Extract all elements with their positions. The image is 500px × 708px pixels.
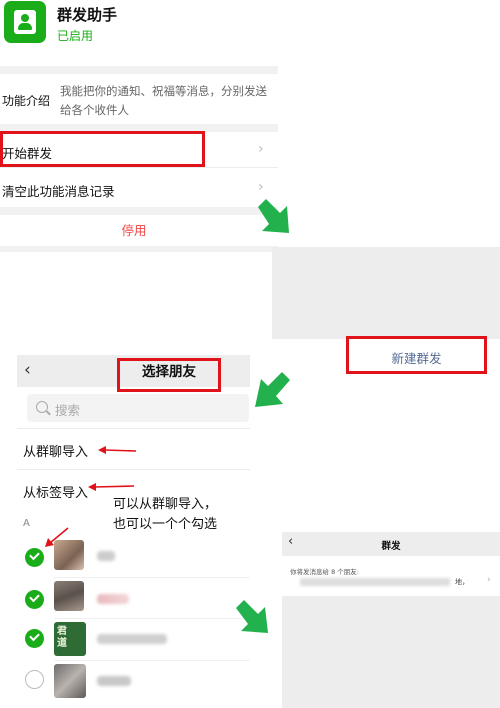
- red-arrow-icon: [88, 483, 135, 491]
- index-letter: A: [23, 518, 30, 529]
- group-send-title: 群发: [381, 541, 401, 552]
- back-icon[interactable]: ‹: [24, 360, 31, 380]
- avatar-text: 君 道: [57, 626, 67, 649]
- chevron-right-icon: ›: [258, 179, 264, 195]
- contact-name-blurred: [97, 551, 115, 561]
- divider: [17, 469, 250, 470]
- annotation-line: 也可以一个个勾选: [113, 517, 218, 532]
- intro-label: 功能介绍: [2, 94, 51, 108]
- contact-name-blurred: [97, 676, 131, 686]
- assistant-status: 已启用: [57, 29, 94, 43]
- divider: [54, 577, 250, 578]
- green-arrow-icon: [255, 372, 290, 407]
- highlight-box: [346, 336, 487, 374]
- red-arrow-icon: [98, 446, 137, 454]
- search-icon: [36, 401, 48, 413]
- recipient-count-text: 你将发消息给 8 个朋友:: [290, 568, 359, 576]
- annotation-text: 可以从群聊导入， 也可以一个个勾选: [113, 495, 253, 535]
- divider: [54, 618, 250, 619]
- green-arrow-icon: [236, 600, 268, 633]
- checked-checkbox[interactable]: [25, 590, 44, 609]
- blank-panel: [272, 247, 500, 339]
- section-divider: [0, 66, 278, 74]
- section-divider: [0, 207, 278, 215]
- highlight-box: [117, 358, 221, 392]
- annotation-line: 可以从群聊导入，: [113, 497, 218, 512]
- message-compose-area[interactable]: [282, 596, 500, 708]
- group-send-assistant-icon: [4, 1, 46, 43]
- clear-history-button[interactable]: 清空此功能消息记录: [2, 181, 115, 200]
- recipient-names-tail: 地，: [455, 578, 469, 586]
- divider: [17, 428, 250, 429]
- contact-name-blurred: [97, 634, 167, 644]
- chevron-right-icon: ›: [258, 141, 264, 157]
- contact-avatar: [54, 540, 84, 570]
- checked-checkbox[interactable]: [25, 548, 44, 567]
- checked-checkbox[interactable]: [25, 629, 44, 648]
- contact-avatar: [54, 581, 84, 611]
- assistant-title: 群发助手: [57, 6, 118, 24]
- unchecked-checkbox[interactable]: [25, 670, 44, 689]
- section-divider: [0, 246, 278, 252]
- disable-button[interactable]: 停用: [0, 216, 268, 246]
- import-from-group-chat[interactable]: 从群聊导入: [23, 441, 88, 460]
- recipient-names-blurred: [300, 578, 450, 586]
- search-placeholder: 搜索: [55, 403, 81, 418]
- highlight-box: [0, 131, 205, 167]
- chevron-right-icon[interactable]: ›: [487, 575, 491, 585]
- divider: [54, 660, 250, 661]
- import-from-tag[interactable]: 从标签导入: [23, 482, 88, 501]
- contact-name-blurred: [97, 594, 129, 604]
- contact-avatar: [54, 664, 86, 698]
- intro-text: 我能把你的通知、祝福等消息，分别发送给各个收件人: [60, 84, 267, 117]
